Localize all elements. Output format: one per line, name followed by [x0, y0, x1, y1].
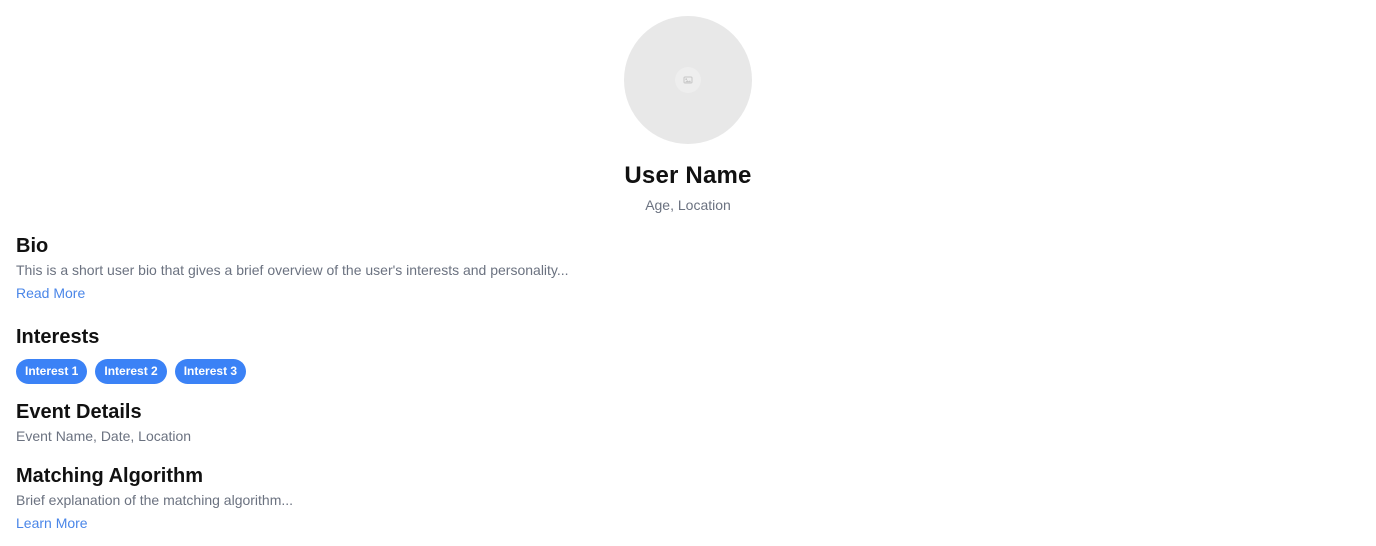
interest-chips: Interest 1 Interest 2 Interest 3 — [16, 359, 1360, 384]
event-details-text: Event Name, Date, Location — [16, 428, 192, 444]
bio-section: Bio This is a short user bio that gives … — [16, 234, 1360, 303]
interests-section: Interests Interest 1 Interest 2 Interest… — [16, 325, 1360, 384]
event-details-section: Event Details Event Name, Date, Location — [16, 400, 1360, 446]
interest-chip[interactable]: Interest 2 — [95, 359, 167, 384]
bio-text: This is a short user bio that gives a br… — [16, 262, 569, 278]
interest-chip[interactable]: Interest 3 — [174, 359, 247, 384]
read-more-link[interactable]: Read More — [16, 283, 85, 303]
bio-heading: Bio — [16, 235, 49, 257]
profile-page: User Name Age, Location Bio This is a sh… — [0, 0, 1376, 546]
matching-algorithm-heading: Matching Algorithm — [16, 465, 204, 487]
user-age-location: Age, Location — [645, 197, 731, 213]
profile-content: Bio This is a short user bio that gives … — [0, 214, 1376, 533]
event-details-heading: Event Details — [16, 401, 142, 423]
matching-algorithm-text: Brief explanation of the matching algori… — [16, 492, 294, 508]
matching-algorithm-section: Matching Algorithm Brief explanation of … — [16, 464, 1360, 533]
avatar — [624, 16, 752, 144]
interest-chip[interactable]: Interest 1 — [16, 359, 88, 384]
profile-header: User Name Age, Location — [0, 0, 1376, 214]
image-placeholder-icon — [675, 67, 701, 93]
interests-heading: Interests — [16, 326, 100, 348]
learn-more-link[interactable]: Learn More — [16, 513, 88, 533]
user-name: User Name — [624, 162, 752, 189]
